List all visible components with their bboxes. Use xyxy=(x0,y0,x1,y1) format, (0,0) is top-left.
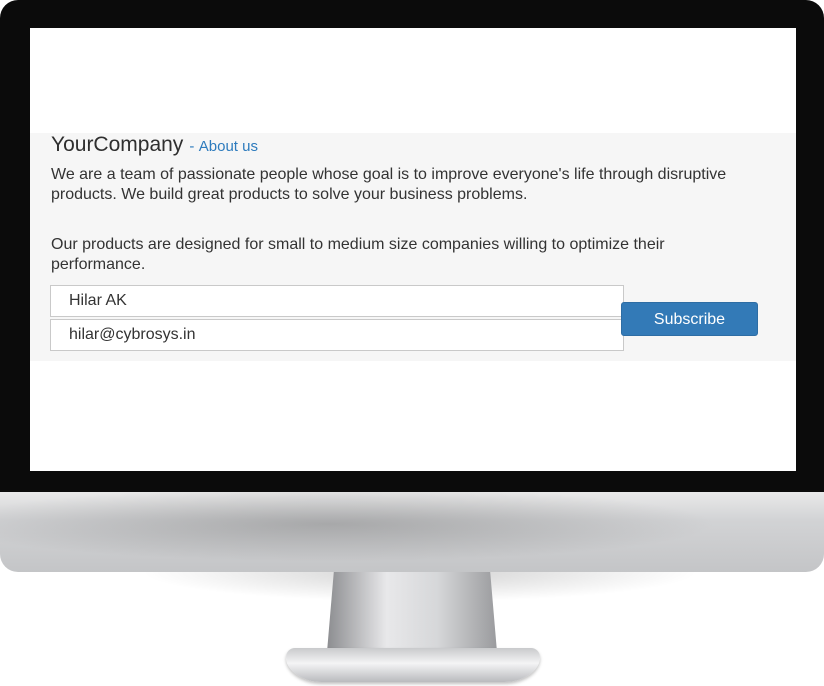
monitor-stand-base xyxy=(286,648,540,682)
company-name: YourCompany xyxy=(51,133,184,156)
name-input[interactable] xyxy=(50,285,624,317)
about-paragraph-2: Our products are designed for small to m… xyxy=(51,236,665,273)
about-section: YourCompany - About us We are a team of p… xyxy=(30,133,796,361)
subscribe-button[interactable]: Subscribe xyxy=(621,302,758,336)
monitor-bezel: YourCompany - About us We are a team of p… xyxy=(0,0,824,492)
monitor-screen: YourCompany - About us We are a team of p… xyxy=(30,28,796,471)
chin-reflection xyxy=(0,492,824,572)
section-header: YourCompany - About us xyxy=(51,133,258,157)
email-input[interactable] xyxy=(50,319,624,351)
title-separator: - xyxy=(189,138,195,155)
about-us-link[interactable]: About us xyxy=(199,138,258,155)
monitor-stand xyxy=(327,572,497,652)
about-paragraph-1: We are a team of passionate people whose… xyxy=(51,166,727,203)
